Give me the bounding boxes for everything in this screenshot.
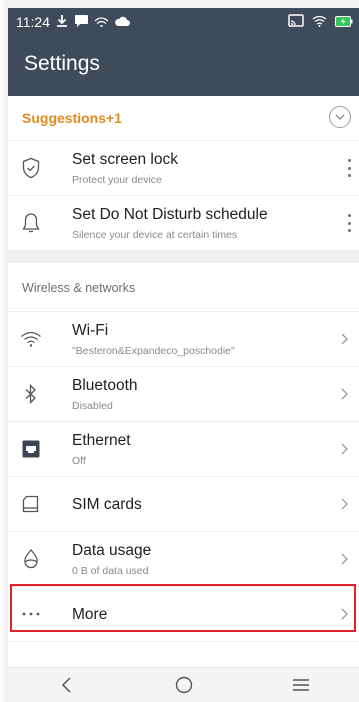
ethernet-icon: [18, 436, 44, 462]
home-circle-icon: [175, 676, 192, 694]
bluetooth-icon: [18, 381, 44, 407]
overflow-menu-icon[interactable]: [343, 157, 355, 179]
row-title: Data usage: [72, 542, 152, 559]
row-title: Bluetooth: [72, 377, 138, 394]
row-title: Set screen lock: [72, 151, 178, 168]
app-bar: Settings: [8, 36, 359, 96]
settings-item-ethernet[interactable]: Ethernet Off: [8, 422, 359, 477]
navigation-bar: [8, 667, 359, 702]
battery-icon: [335, 14, 353, 30]
menu-button[interactable]: [286, 670, 316, 700]
row-title: Ethernet: [72, 432, 131, 449]
suggestion-screen-lock[interactable]: Set screen lock Protect your device: [8, 141, 359, 196]
chevron-right-icon: [341, 553, 348, 565]
settings-list[interactable]: Suggestions+1 Set screen lock Protect yo…: [8, 96, 359, 668]
bell-icon: [18, 210, 44, 236]
cast-icon: [288, 13, 304, 31]
back-button[interactable]: [52, 670, 82, 700]
overflow-menu-icon[interactable]: [343, 212, 355, 234]
settings-screen: 11:24 Settings Suggestions+1 Set screen …: [0, 0, 359, 702]
row-title: More: [72, 606, 108, 623]
settings-item-wifi[interactable]: Wi-Fi "Besteron&Expandeco_poschodie": [8, 312, 359, 367]
row-subtitle: Off: [72, 455, 86, 467]
section-divider: [8, 251, 359, 263]
settings-item-sim-cards[interactable]: SIM cards: [8, 477, 359, 532]
row-subtitle: Silence your device at certain times: [72, 229, 238, 241]
back-arrow-icon: [61, 677, 71, 693]
more-dots-icon: [18, 601, 44, 627]
row-subtitle: Protect your device: [72, 174, 162, 186]
row-title: SIM cards: [72, 496, 142, 513]
status-time: 11:24: [16, 14, 50, 30]
section-header: Wireless & networks: [8, 263, 359, 312]
chevron-right-icon: [341, 388, 348, 400]
row-title: Set Do Not Disturb schedule: [72, 206, 268, 223]
row-subtitle: "Besteron&Expandeco_poschodie": [72, 345, 235, 357]
sim-card-icon: [18, 491, 44, 517]
section-title: Wireless & networks: [22, 281, 136, 295]
wifi-status-icon: [312, 14, 327, 30]
download-icon: [55, 14, 69, 31]
suggestions-header[interactable]: Suggestions+1: [8, 96, 359, 141]
chevron-right-icon: [341, 498, 348, 510]
chevron-right-icon: [341, 608, 348, 620]
row-subtitle: Disabled: [72, 400, 113, 412]
page-title: Settings: [24, 52, 100, 75]
suggestion-do-not-disturb[interactable]: Set Do Not Disturb schedule Silence your…: [8, 196, 359, 251]
menu-lines-icon: [292, 679, 309, 691]
shield-check-icon: [18, 155, 44, 181]
status-bar: 11:24: [8, 8, 359, 36]
data-usage-icon: [18, 546, 44, 572]
settings-item-more[interactable]: More: [8, 587, 359, 642]
cloud-icon: [114, 14, 130, 30]
message-icon: [74, 14, 89, 30]
settings-item-data-usage[interactable]: Data usage 0 B of data used: [8, 532, 359, 587]
signal-off-icon: [94, 14, 109, 30]
chevron-down-icon: [335, 114, 345, 120]
wireless-networks-section: Wireless & networks Wi-Fi "Besteron&Expa…: [8, 263, 359, 642]
chevron-right-icon: [341, 443, 348, 455]
collapse-button[interactable]: [329, 106, 351, 128]
settings-item-bluetooth[interactable]: Bluetooth Disabled: [8, 367, 359, 422]
row-title: Wi-Fi: [72, 322, 109, 339]
screen-edge: [0, 0, 8, 702]
chevron-right-icon: [341, 333, 348, 345]
row-subtitle: 0 B of data used: [72, 565, 149, 577]
suggestions-section: Suggestions+1 Set screen lock Protect yo…: [8, 96, 359, 251]
wifi-icon: [18, 326, 44, 352]
suggestions-title: Suggestions+1: [22, 110, 122, 126]
home-button[interactable]: [169, 670, 199, 700]
